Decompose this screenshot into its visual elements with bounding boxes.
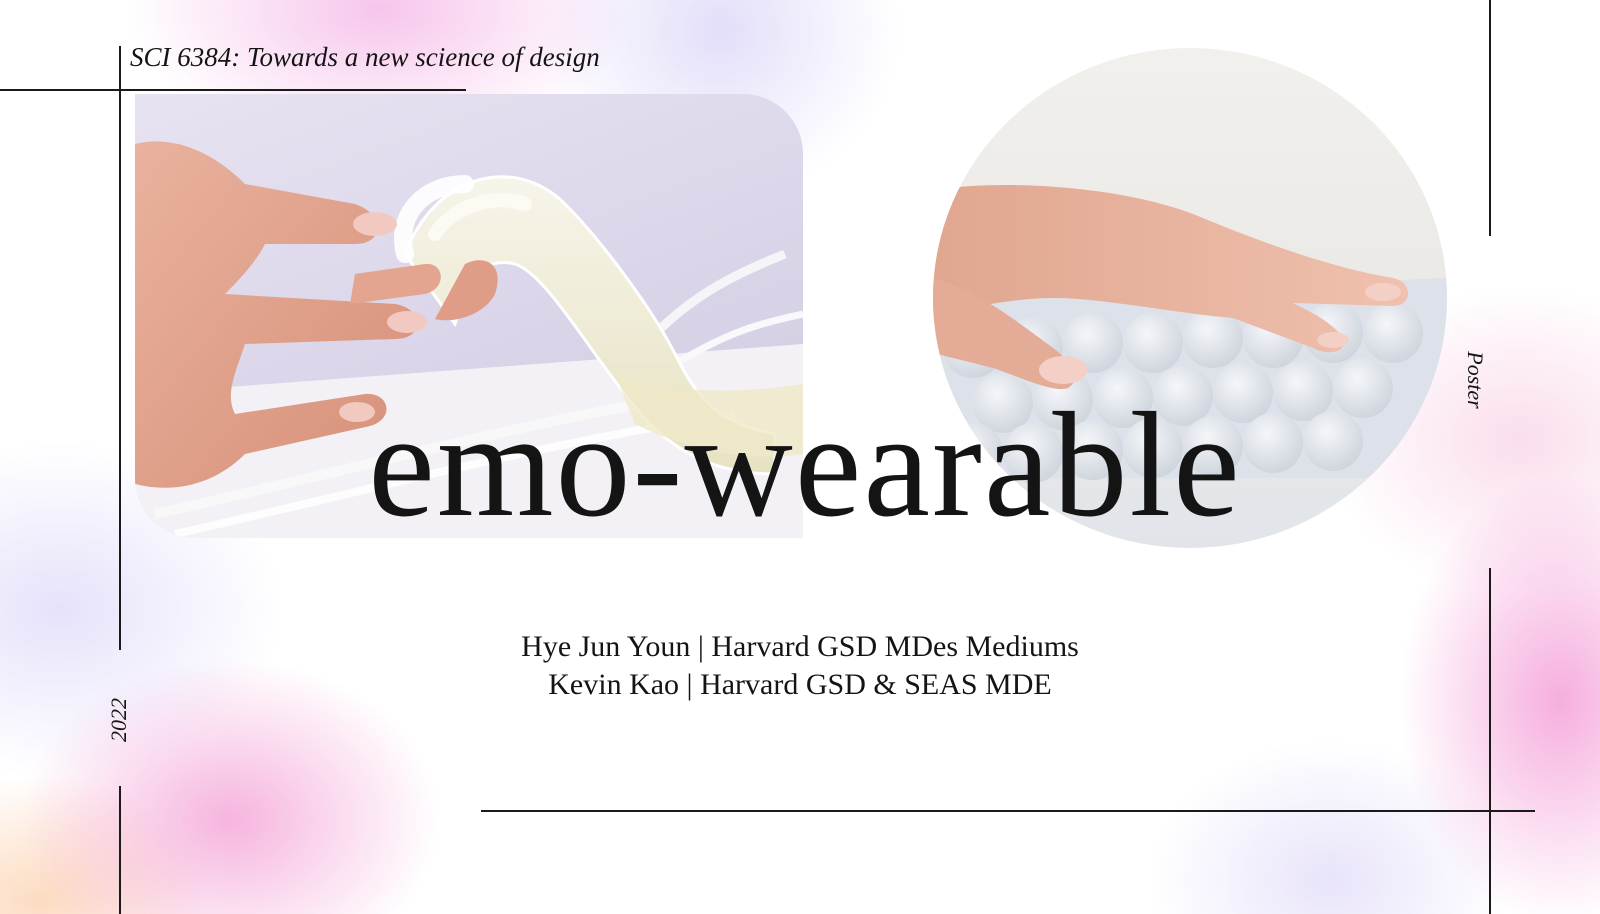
frame-line-bottom	[481, 810, 1535, 812]
course-title: SCI 6384: Towards a new science of desig…	[130, 42, 600, 72]
frame-line-left-lower	[119, 786, 121, 914]
author-line-2: Kevin Kao | Harvard GSD & SEAS MDE	[548, 668, 1052, 701]
author-list: Hye Jun Youn | Harvard GSD MDes Mediums …	[400, 628, 1200, 704]
frame-line-right-lower	[1489, 568, 1491, 914]
frame-line-left-upper	[119, 46, 121, 650]
author-line-1: Hye Jun Youn | Harvard GSD MDes Mediums	[521, 630, 1079, 663]
frame-line-right-upper	[1489, 0, 1491, 236]
frame-line-top	[0, 89, 466, 91]
side-label-poster: Poster	[1463, 351, 1488, 409]
year-label: 2022	[106, 698, 131, 742]
poster-title: emo-wearable	[368, 382, 1242, 548]
